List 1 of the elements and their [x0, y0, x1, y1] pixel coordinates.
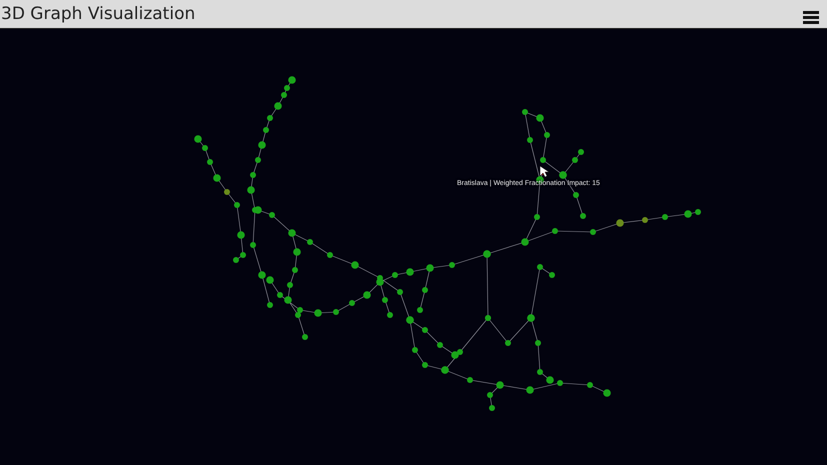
app-title: 3D Graph Visualization — [1, 4, 196, 24]
